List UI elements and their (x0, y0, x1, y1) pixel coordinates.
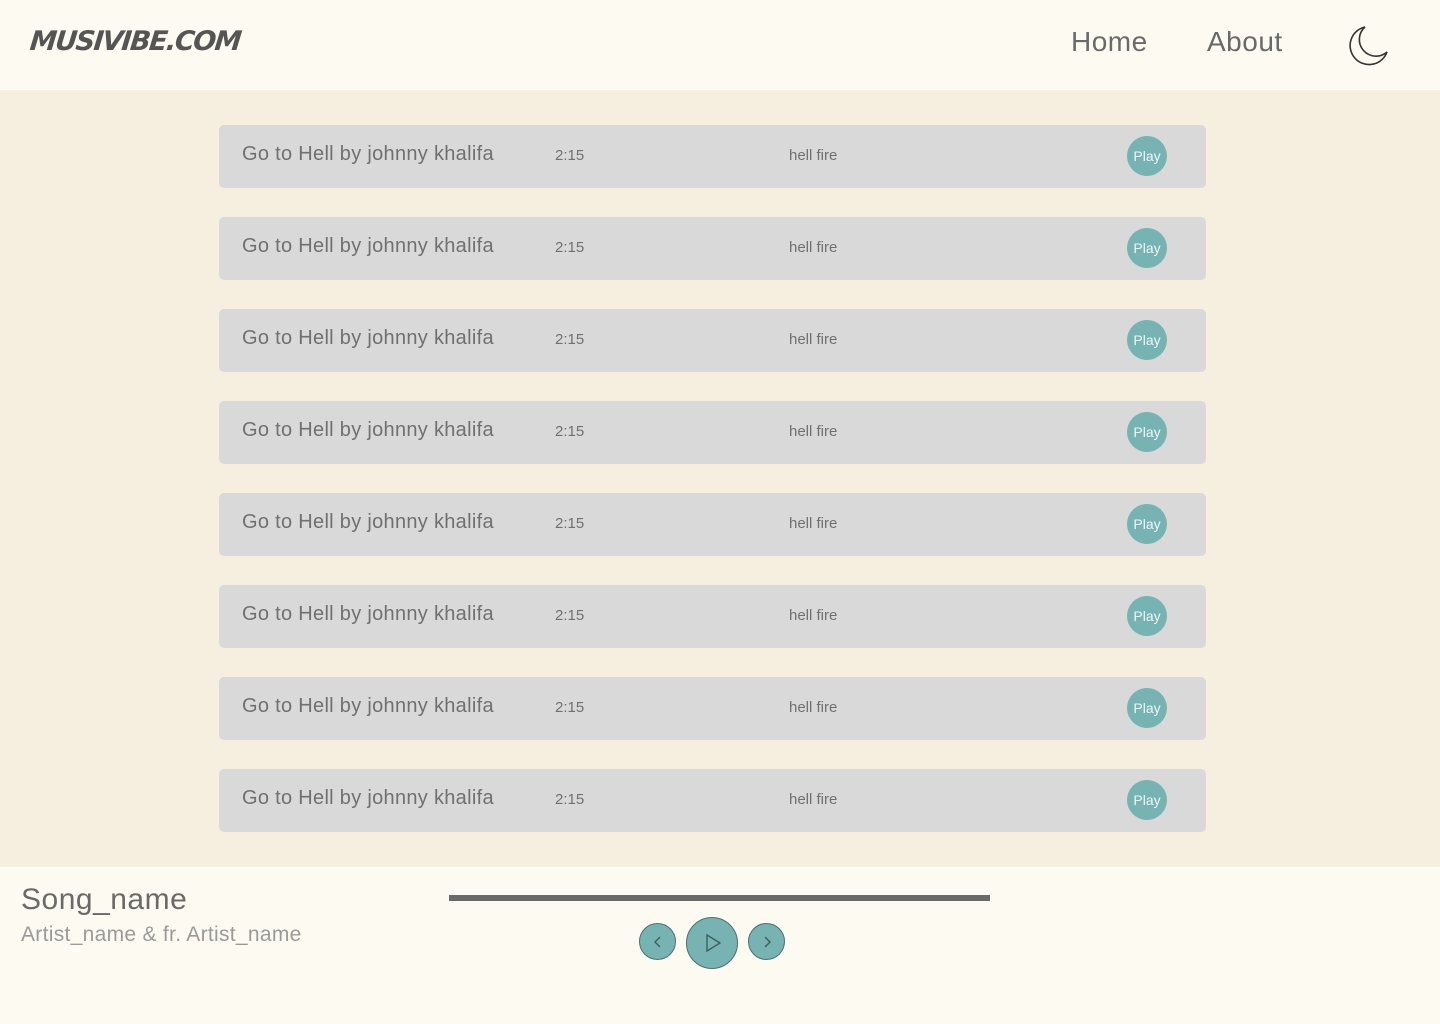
play-button[interactable]: Play (1127, 780, 1167, 820)
top-bar: MUSIVIBE.COM Home About (0, 0, 1440, 90)
song-row: Go to Hell by johnny khalifa 2:15 hell f… (219, 309, 1206, 372)
progress-fill (449, 895, 990, 901)
play-button[interactable]: Play (1127, 320, 1167, 360)
song-genre: hell fire (789, 699, 838, 716)
song-duration: 2:15 (555, 515, 585, 532)
play-icon (706, 933, 722, 953)
song-duration: 2:15 (555, 791, 585, 808)
song-duration: 2:15 (555, 423, 585, 440)
song-title: Go to Hell by johnny khalifa (242, 327, 494, 349)
song-genre: hell fire (789, 515, 838, 532)
song-genre: hell fire (789, 423, 838, 440)
now-playing-artist: Artist_name & fr. Artist_name (21, 923, 302, 946)
moon-icon[interactable] (1345, 24, 1389, 68)
progress-bar[interactable] (449, 895, 990, 901)
chevron-left-icon (653, 936, 660, 947)
song-title: Go to Hell by johnny khalifa (242, 695, 494, 717)
song-row: Go to Hell by johnny khalifa 2:15 hell f… (219, 493, 1206, 556)
song-duration: 2:15 (555, 607, 585, 624)
play-button[interactable]: Play (1127, 136, 1167, 176)
nav-about-link[interactable]: About (1207, 26, 1283, 58)
song-genre: hell fire (789, 331, 838, 348)
song-duration: 2:15 (555, 699, 585, 716)
previous-button[interactable] (639, 923, 676, 960)
next-button[interactable] (748, 923, 785, 960)
song-row: Go to Hell by johnny khalifa 2:15 hell f… (219, 125, 1206, 188)
song-genre: hell fire (789, 239, 838, 256)
play-pause-button[interactable] (686, 917, 738, 969)
song-row: Go to Hell by johnny khalifa 2:15 hell f… (219, 769, 1206, 832)
song-title: Go to Hell by johnny khalifa (242, 235, 494, 257)
song-genre: hell fire (789, 147, 838, 164)
play-button[interactable]: Play (1127, 688, 1167, 728)
song-row: Go to Hell by johnny khalifa 2:15 hell f… (219, 217, 1206, 280)
nav-home-link[interactable]: Home (1071, 26, 1148, 58)
song-title: Go to Hell by johnny khalifa (242, 419, 494, 441)
song-title: Go to Hell by johnny khalifa (242, 603, 494, 625)
song-title: Go to Hell by johnny khalifa (242, 143, 494, 165)
play-button[interactable]: Play (1127, 228, 1167, 268)
play-button[interactable]: Play (1127, 596, 1167, 636)
song-title: Go to Hell by johnny khalifa (242, 787, 494, 809)
song-duration: 2:15 (555, 239, 585, 256)
song-genre: hell fire (789, 791, 838, 808)
song-title: Go to Hell by johnny khalifa (242, 511, 494, 533)
play-button[interactable]: Play (1127, 412, 1167, 452)
song-duration: 2:15 (555, 331, 585, 348)
song-row: Go to Hell by johnny khalifa 2:15 hell f… (219, 585, 1206, 648)
song-duration: 2:15 (555, 147, 585, 164)
play-button[interactable]: Play (1127, 504, 1167, 544)
song-list: Go to Hell by johnny khalifa 2:15 hell f… (219, 125, 1206, 861)
site-logo[interactable]: MUSIVIBE.COM (28, 26, 241, 57)
player-bar: Song_name Artist_name & fr. Artist_name (0, 867, 1440, 1024)
now-playing-song: Song_name (21, 883, 188, 916)
song-genre: hell fire (789, 607, 838, 624)
song-row: Go to Hell by johnny khalifa 2:15 hell f… (219, 677, 1206, 740)
song-row: Go to Hell by johnny khalifa 2:15 hell f… (219, 401, 1206, 464)
chevron-right-icon (764, 936, 771, 947)
